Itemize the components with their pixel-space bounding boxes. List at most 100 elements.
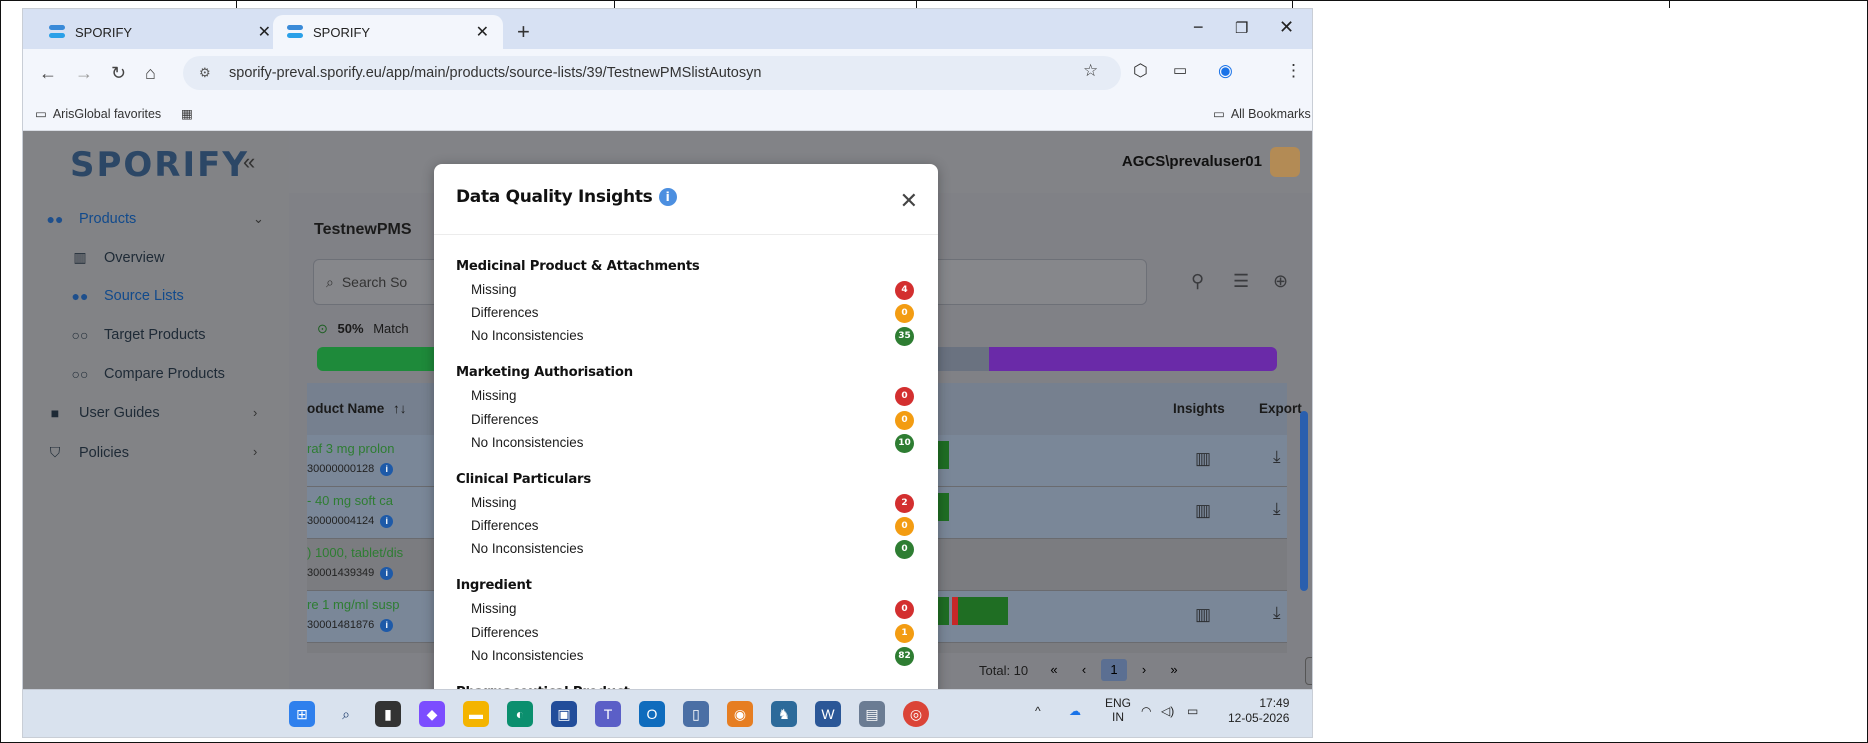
app-area: SPORIFY « ●● Products ⌄ ▥ Overview ●● So… xyxy=(23,131,1312,737)
sidebar-item-target-products[interactable]: ○○ Target Products xyxy=(68,327,206,343)
info-icon[interactable]: i xyxy=(380,515,394,528)
menu-icon[interactable]: ⋮ xyxy=(1285,61,1302,81)
sidebar-item-overview[interactable]: ▥ Overview xyxy=(68,249,164,266)
extensions-icon[interactable]: ⬡ xyxy=(1133,61,1148,81)
match-indicator: ⊙ 50% Match xyxy=(317,321,409,336)
bookmarks-bar: ▭ ArisGlobal favorites ▦ ▭ All Bookmarks xyxy=(23,97,1312,131)
missing-badge: 4 xyxy=(895,281,914,300)
info-icon[interactable]: i xyxy=(658,188,677,206)
cast-icon[interactable]: ▭ xyxy=(1173,61,1187,79)
store-icon[interactable]: ▣ xyxy=(551,701,577,727)
all-bookmarks[interactable]: ▭ All Bookmarks xyxy=(1213,106,1311,122)
home-icon[interactable]: ⌂ xyxy=(145,63,156,84)
collapse-sidebar-icon[interactable]: « xyxy=(243,149,255,175)
row-differences: Differences xyxy=(471,412,539,427)
close-window-icon[interactable]: ✕ xyxy=(1279,17,1294,38)
close-icon[interactable]: ✕ xyxy=(900,188,918,214)
forward-icon[interactable]: → xyxy=(75,63,93,84)
start-icon[interactable]: ⊞ xyxy=(289,701,315,727)
avatar[interactable] xyxy=(1270,147,1300,177)
info-icon[interactable]: i xyxy=(380,619,394,632)
user-name[interactable]: AGCS\prevaluser01 xyxy=(1122,153,1262,170)
page-size-select[interactable]: 50 ⌄ xyxy=(1305,657,1312,685)
close-tab-icon[interactable]: ✕ xyxy=(476,22,489,42)
row-missing: Missing xyxy=(471,495,517,510)
sidebar-item-compare-products[interactable]: ○○ Compare Products xyxy=(68,366,225,382)
volume-icon[interactable]: ◁) xyxy=(1161,704,1174,718)
restore-icon[interactable]: ❐ xyxy=(1235,19,1248,37)
sidebar-item-products[interactable]: ●● Products xyxy=(43,211,137,227)
sidebar-item-policies[interactable]: ⛉ Policies xyxy=(43,444,129,461)
postgres-icon[interactable]: ♞ xyxy=(771,701,797,727)
no-inconsistencies-badge: 82 xyxy=(895,647,914,666)
modal-title: Data Quality Insights i xyxy=(456,187,677,207)
outlook-icon[interactable]: O xyxy=(639,701,665,727)
chevron-down-icon[interactable]: ⌄ xyxy=(253,211,264,227)
shield-icon: ⛉ xyxy=(49,444,61,460)
word-icon[interactable]: W xyxy=(815,701,841,727)
sidebar: SPORIFY « ●● Products ⌄ ▥ Overview ●● So… xyxy=(23,131,289,689)
chart-icon: ▥ xyxy=(73,249,87,265)
browser-tab-active[interactable]: SPORIFY ✕ xyxy=(273,15,503,49)
bookmark-folder[interactable]: ▭ ArisGlobal favorites xyxy=(35,106,161,122)
battery-icon[interactable]: ▭ xyxy=(1187,704,1198,718)
col-product-name[interactable]: oduct Name xyxy=(307,401,384,416)
search-icon[interactable]: ⌕ xyxy=(333,701,359,727)
row-differences: Differences xyxy=(471,305,539,320)
edge-icon[interactable]: ◐ xyxy=(507,701,533,727)
download-icon[interactable]: ⤓ xyxy=(1273,603,1281,623)
search-icon: ⌕ xyxy=(326,273,334,290)
profile-icon[interactable]: ◉ xyxy=(1218,61,1233,81)
new-tab-icon[interactable]: + xyxy=(517,19,530,45)
m365-icon[interactable]: ◆ xyxy=(419,701,445,727)
wifi-icon[interactable]: ◠ xyxy=(1141,704,1151,718)
next-page-icon[interactable]: › xyxy=(1131,659,1157,681)
browser-tab[interactable]: SPORIFY ✕ xyxy=(35,15,285,49)
info-icon[interactable]: i xyxy=(380,567,394,580)
sidebar-item-user-guides[interactable]: ■ User Guides xyxy=(43,405,160,421)
tab-label: SPORIFY xyxy=(313,24,371,40)
pills-icon: ●● xyxy=(71,288,89,304)
url-field[interactable]: ⚙ sporify-preval.sporify.eu/app/main/pro… xyxy=(183,56,1121,90)
chevron-up-icon[interactable]: ^ xyxy=(1035,704,1041,718)
insights-chart-icon[interactable]: ▥ xyxy=(1195,605,1211,625)
download-icon[interactable]: ⤓ xyxy=(1273,499,1281,519)
teams-icon[interactable]: T xyxy=(595,701,621,727)
sidebar-item-source-lists[interactable]: ●● Source Lists xyxy=(68,288,184,304)
info-icon[interactable]: i xyxy=(380,463,394,476)
page-number[interactable]: 1 xyxy=(1101,659,1127,681)
settings-sliders-icon[interactable]: ☰ xyxy=(1233,271,1249,292)
app-icon[interactable]: ◉ xyxy=(727,701,753,727)
apps-grid-icon[interactable]: ▦ xyxy=(181,106,193,121)
download-icon[interactable]: ⤓ xyxy=(1273,447,1281,467)
notepad-icon[interactable]: ▤ xyxy=(859,701,885,727)
chrome-icon[interactable]: ◎ xyxy=(903,701,929,727)
last-page-icon[interactable]: » xyxy=(1161,659,1187,681)
close-tab-icon[interactable]: ✕ xyxy=(258,22,271,42)
window-icon[interactable]: ▯ xyxy=(683,701,709,727)
differences-badge: 1 xyxy=(895,624,914,643)
zoom-icon[interactable]: ⊕ xyxy=(1273,271,1288,292)
prev-page-icon[interactable]: ‹ xyxy=(1071,659,1097,681)
bookmark-star-icon[interactable]: ☆ xyxy=(1083,61,1098,81)
minimize-icon[interactable]: − xyxy=(1193,17,1204,38)
language-indicator[interactable]: ENG IN xyxy=(1105,696,1131,724)
browser-screenshot: SPORIFY ✕ SPORIFY ✕ + − ❐ ✕ ← → ↻ ⌂ ⚙ sp… xyxy=(22,8,1313,738)
chevron-right-icon[interactable]: › xyxy=(253,444,257,459)
first-page-icon[interactable]: « xyxy=(1041,659,1067,681)
task-view-icon[interactable]: ▮ xyxy=(375,701,401,727)
sort-icon[interactable]: ↑↓ xyxy=(393,401,407,416)
col-insights: Insights xyxy=(1173,401,1225,416)
insights-chart-icon[interactable]: ▥ xyxy=(1195,449,1211,469)
row-differences: Differences xyxy=(471,518,539,533)
onedrive-icon[interactable]: ☁ xyxy=(1069,704,1081,718)
back-icon[interactable]: ← xyxy=(39,63,57,84)
filter-icon[interactable]: ⚲ xyxy=(1191,271,1204,292)
reload-icon[interactable]: ↻ xyxy=(111,63,126,84)
file-explorer-icon[interactable]: ▬ xyxy=(463,701,489,727)
site-settings-icon[interactable]: ⚙ xyxy=(199,65,215,81)
insights-chart-icon[interactable]: ▥ xyxy=(1195,501,1211,521)
clock[interactable]: 17:49 12-05-2026 xyxy=(1228,696,1289,726)
vertical-scrollbar[interactable] xyxy=(1300,411,1308,591)
chevron-right-icon[interactable]: › xyxy=(253,405,257,420)
